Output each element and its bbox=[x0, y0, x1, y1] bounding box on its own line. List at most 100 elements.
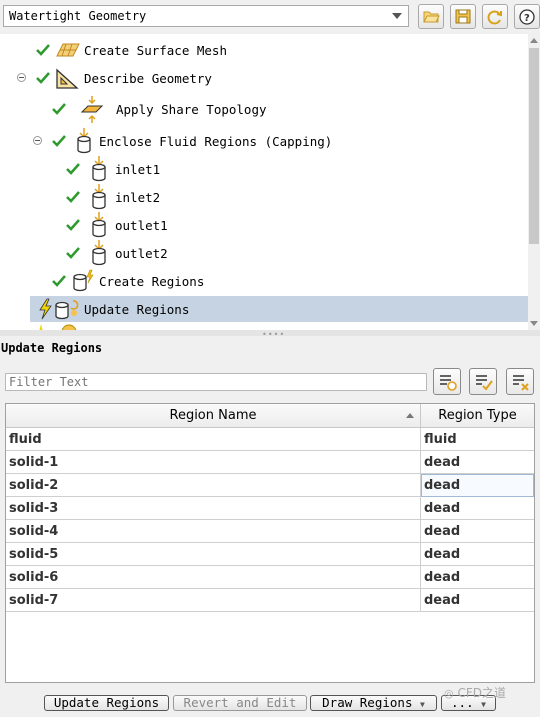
region-type-cell[interactable]: dead bbox=[421, 474, 534, 497]
checkmark-icon bbox=[36, 44, 50, 56]
workflow-select-value: Watertight Geometry bbox=[9, 9, 147, 23]
region-name-cell: solid-3 bbox=[6, 497, 421, 520]
tree-item-label: Create Regions bbox=[99, 274, 205, 289]
tree-item-label: Describe Geometry bbox=[84, 71, 212, 86]
scroll-up-icon[interactable] bbox=[530, 38, 538, 43]
help-icon: ? bbox=[519, 9, 535, 25]
sort-ascending-icon bbox=[406, 413, 414, 418]
tree-item-describe-geometry[interactable]: Describe Geometry bbox=[0, 65, 528, 91]
table-row[interactable]: solid-5 dead bbox=[6, 543, 534, 566]
column-header-label: Region Name bbox=[169, 408, 257, 423]
save-icon bbox=[455, 9, 471, 24]
splitter-grip-icon: •••• bbox=[262, 330, 286, 339]
table-row[interactable]: solid-1 dead bbox=[6, 451, 534, 474]
workflow-select[interactable]: Watertight Geometry bbox=[3, 5, 409, 27]
tree-item-label: outlet2 bbox=[115, 246, 168, 261]
warning-bolt-icon bbox=[39, 298, 52, 320]
watermark: ◎ CFD之道 bbox=[444, 684, 506, 701]
tree-item-label: inlet2 bbox=[115, 190, 161, 205]
tree-item-inlet2[interactable]: inlet2 bbox=[0, 184, 528, 210]
checkmark-icon bbox=[66, 191, 80, 203]
panel-splitter[interactable]: •••• bbox=[0, 330, 540, 339]
scroll-thumb[interactable] bbox=[529, 48, 539, 244]
tree-item-update-regions[interactable]: Update Regions bbox=[30, 296, 528, 322]
deselect-all-button[interactable] bbox=[506, 368, 534, 395]
refresh-icon bbox=[487, 10, 502, 25]
table-row[interactable]: solid-4 dead bbox=[6, 520, 534, 543]
revert-and-edit-button[interactable]: Revert and Edit bbox=[173, 695, 307, 711]
capping-cylinder-icon bbox=[92, 240, 106, 266]
wechat-icon: ◎ bbox=[444, 687, 454, 700]
tree-item-create-regions[interactable]: Create Regions bbox=[0, 268, 528, 294]
capping-cylinder-icon bbox=[92, 156, 106, 182]
table-row[interactable]: fluid fluid bbox=[6, 428, 534, 451]
share-topology-icon bbox=[80, 96, 104, 123]
select-all-button[interactable] bbox=[469, 368, 497, 395]
tree-item-label: Update Regions bbox=[84, 302, 190, 317]
surface-mesh-icon bbox=[56, 43, 80, 57]
column-header-region-type[interactable]: Region Type bbox=[421, 404, 534, 428]
region-name-cell: solid-2 bbox=[6, 474, 421, 497]
tree-item-inlet1[interactable]: inlet1 bbox=[0, 156, 528, 182]
region-type-cell[interactable]: dead bbox=[421, 451, 534, 474]
svg-text:?: ? bbox=[524, 13, 530, 24]
column-header-region-name[interactable]: Region Name bbox=[6, 404, 421, 428]
checkmark-icon bbox=[52, 135, 66, 147]
region-type-cell[interactable]: dead bbox=[421, 520, 534, 543]
chevron-down-icon: ▼ bbox=[420, 700, 425, 709]
workflow-tree: Create Surface Mesh Describe Geometry Ap… bbox=[0, 34, 528, 330]
open-folder-button[interactable] bbox=[418, 4, 444, 29]
region-type-cell[interactable]: fluid bbox=[421, 428, 534, 451]
geometry-triangle-icon bbox=[56, 68, 79, 89]
watermark-text: CFD之道 bbox=[457, 686, 506, 700]
scroll-down-icon[interactable] bbox=[530, 321, 538, 326]
region-name-cell: fluid bbox=[6, 428, 421, 451]
tree-item-label: Enclose Fluid Regions (Capping) bbox=[99, 134, 333, 149]
tree-item-apply-share-topology[interactable]: Apply Share Topology bbox=[0, 96, 528, 123]
tree-item-outlet2[interactable]: outlet2 bbox=[0, 240, 528, 266]
list-filter-icon bbox=[440, 375, 457, 391]
tree-item-create-surface-mesh[interactable]: Create Surface Mesh bbox=[0, 37, 528, 63]
column-header-label: Region Type bbox=[438, 408, 517, 423]
refresh-button[interactable] bbox=[482, 4, 508, 29]
save-button[interactable] bbox=[450, 4, 476, 29]
tree-item-label: Apply Share Topology bbox=[116, 102, 267, 117]
collapse-toggle[interactable] bbox=[17, 73, 26, 82]
tree-item-enclose-fluid-regions[interactable]: Enclose Fluid Regions (Capping) bbox=[0, 128, 528, 154]
collapse-toggle[interactable] bbox=[33, 136, 42, 145]
help-button[interactable]: ? bbox=[514, 4, 540, 29]
region-name-cell: solid-6 bbox=[6, 566, 421, 589]
tree-item-label: Create Surface Mesh bbox=[84, 43, 227, 58]
region-type-cell[interactable]: dead bbox=[421, 566, 534, 589]
tree-item-outlet1[interactable]: outlet1 bbox=[0, 212, 528, 238]
chevron-down-icon: ▼ bbox=[481, 700, 486, 709]
region-type-cell[interactable]: dead bbox=[421, 497, 534, 520]
region-type-cell[interactable]: dead bbox=[421, 543, 534, 566]
table-row[interactable]: solid-6 dead bbox=[6, 566, 534, 589]
tree-item-label: inlet1 bbox=[115, 162, 161, 177]
tree-item-label: outlet1 bbox=[115, 218, 168, 233]
filter-options-button[interactable] bbox=[433, 368, 461, 395]
draw-regions-label: Draw Regions bbox=[322, 695, 413, 710]
region-name-cell: solid-1 bbox=[6, 451, 421, 474]
filter-field[interactable] bbox=[5, 373, 427, 391]
regions-icon bbox=[73, 269, 94, 292]
capping-cylinder-icon bbox=[92, 184, 106, 210]
tree-scrollbar[interactable] bbox=[528, 34, 540, 330]
table-row[interactable]: solid-7 dead bbox=[6, 589, 534, 612]
chevron-down-icon[interactable] bbox=[392, 13, 402, 19]
update-regions-button[interactable]: Update Regions bbox=[44, 695, 169, 711]
checkmark-icon bbox=[36, 72, 50, 84]
checkmark-icon bbox=[66, 219, 80, 231]
table-row[interactable]: solid-2 dead bbox=[6, 474, 534, 497]
checkmark-icon bbox=[52, 275, 66, 287]
checkmark-icon bbox=[66, 163, 80, 175]
workflow-toolbar: Watertight Geometry ? bbox=[0, 0, 540, 34]
table-row[interactable]: solid-3 dead bbox=[6, 497, 534, 520]
regions-table: Region Name Region Type fluid fluid soli… bbox=[5, 403, 535, 683]
list-clear-icon bbox=[513, 375, 529, 391]
filter-input[interactable] bbox=[6, 374, 419, 390]
draw-regions-button[interactable]: Draw Regions ▼ bbox=[310, 695, 437, 711]
checkmark-icon bbox=[66, 247, 80, 259]
region-type-cell[interactable]: dead bbox=[421, 589, 534, 612]
